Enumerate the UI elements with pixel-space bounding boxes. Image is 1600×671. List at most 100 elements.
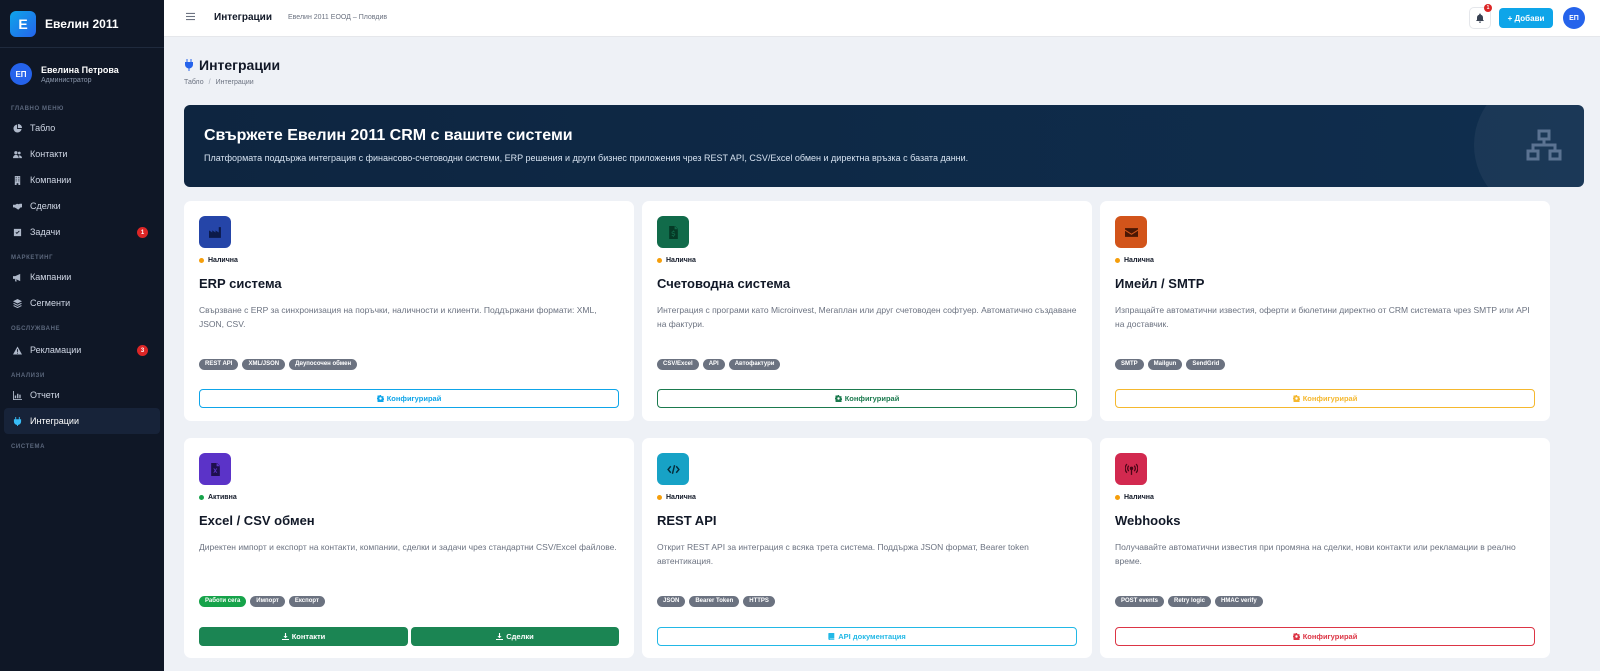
status-badge: Налична <box>657 494 696 501</box>
tag: Работи сега <box>199 596 247 607</box>
sidebar-item-label: Задачи <box>30 227 61 237</box>
user-role: Администратор <box>41 76 92 84</box>
tag: Автофактури <box>728 359 781 370</box>
configure-erp-button[interactable]: Конфигурирай <box>199 389 619 408</box>
status-dot <box>1115 258 1120 263</box>
tag-list: JSON Bearer Token HTTPS <box>657 596 775 607</box>
button-label: Конфигурирай <box>1302 394 1358 403</box>
status-dot <box>199 495 204 500</box>
status-dot <box>199 258 204 263</box>
tag-list: SMTP Mailgun SendGrid <box>1115 359 1226 370</box>
sidebar-item-label: Контакти <box>30 149 68 159</box>
sidebar: Е Евелин 2011 ЕП Евелина Петрова Админис… <box>0 0 164 671</box>
status-label: Активна <box>208 494 237 501</box>
tag: HMAC verify <box>1215 596 1263 607</box>
excel-file-icon <box>199 453 231 485</box>
user-avatar-button[interactable]: ЕП <box>1563 7 1585 29</box>
user-name: Евелина Петрова <box>41 64 119 75</box>
integration-card-erp: Налична ERP система Свързване с ERP за с… <box>184 201 634 421</box>
code-icon <box>657 453 689 485</box>
sidebar-item-reports[interactable]: Отчети <box>0 382 164 408</box>
tag: JSON <box>657 596 686 607</box>
status-badge: Налична <box>1115 257 1154 264</box>
status-badge: Налична <box>1115 494 1154 501</box>
sidebar-item-tasks[interactable]: Задачи 1 <box>0 219 164 245</box>
export-contacts-button[interactable]: Контакти <box>199 627 408 646</box>
plug-icon <box>184 59 194 71</box>
tag: Bearer Token <box>689 596 740 607</box>
notifications-badge: 1 <box>1484 4 1492 12</box>
pie-chart-icon <box>12 123 22 133</box>
sidebar-item-complaints[interactable]: Рекламации 3 <box>0 337 164 363</box>
sidebar-item-label: Компании <box>30 175 72 185</box>
button-label: Конфигурирай <box>844 394 900 403</box>
sidebar-item-label: Рекламации <box>30 345 82 355</box>
card-title: Webhooks <box>1115 513 1181 528</box>
building-icon <box>12 175 22 185</box>
complaints-count-badge: 3 <box>137 345 148 356</box>
configure-webhooks-button[interactable]: Конфигурирай <box>1115 627 1535 646</box>
status-dot <box>657 495 662 500</box>
status-label: Налична <box>1124 257 1154 264</box>
status-dot <box>657 258 662 263</box>
status-badge: Налична <box>199 257 238 264</box>
card-description: Изпращайте автоматични известия, оферти … <box>1115 305 1530 329</box>
tag-list: CSV/Excel API Автофактури <box>657 359 781 370</box>
status-label: Налична <box>666 494 696 501</box>
configure-email-button[interactable]: Конфигурирай <box>1115 389 1535 408</box>
main-content: Интеграции Табло / Интеграции Свържете Еве… <box>164 37 1600 671</box>
button-label: Конфигурирай <box>386 394 442 403</box>
banner-text: Платформата поддържа интеграция с финанс… <box>204 153 969 163</box>
sidebar-item-label: Табло <box>30 123 56 133</box>
notifications-button[interactable]: 1 <box>1469 4 1492 29</box>
handshake-icon <box>12 201 22 211</box>
sidebar-item-dashboard[interactable]: Табло <box>0 115 164 141</box>
topbar-company: Евелин 2011 ЕООД – Пловдив <box>288 14 388 21</box>
card-description: Интеграция с програми като Microinvest, … <box>657 305 1077 329</box>
megaphone-icon <box>12 272 22 282</box>
menu-toggle-icon[interactable] <box>186 12 195 21</box>
add-button[interactable]: + Добави <box>1499 8 1553 28</box>
card-description: Свързване с ERP за синхронизация на поръ… <box>199 305 597 329</box>
tag-list: Работи сега Импорт Експорт <box>199 596 325 607</box>
tag: Двупосочен обмен <box>289 359 358 370</box>
tag: Retry logic <box>1168 596 1212 607</box>
sidebar-item-label: Интеграции <box>30 416 79 426</box>
tag: HTTPS <box>743 596 775 607</box>
api-docs-button[interactable]: API документация <box>657 627 1077 646</box>
sidebar-item-deals[interactable]: Сделки <box>0 193 164 219</box>
breadcrumb-home-link[interactable]: Табло <box>184 79 204 86</box>
checkbox-icon <box>12 227 22 237</box>
card-description: Директен импорт и експорт на контакти, к… <box>199 542 617 552</box>
sidebar-item-contacts[interactable]: Контакти <box>0 141 164 167</box>
avatar: ЕП <box>10 63 32 85</box>
status-label: Налична <box>666 257 696 264</box>
download-icon <box>281 633 289 640</box>
user-profile[interactable]: ЕП Евелина Петрова Администратор <box>0 54 164 94</box>
sidebar-item-companies[interactable]: Компании <box>0 167 164 193</box>
configure-accounting-button[interactable]: Конфигурирай <box>657 389 1077 408</box>
status-label: Налична <box>1124 494 1154 501</box>
brand[interactable]: Е Евелин 2011 <box>0 0 164 48</box>
banner-title: Свържете Евелин 2011 CRM с вашите систем… <box>204 127 573 144</box>
status-label: Налична <box>208 257 238 264</box>
gear-icon <box>376 395 384 402</box>
gear-icon <box>834 395 842 402</box>
card-title: ERP система <box>199 276 282 291</box>
sidebar-item-integrations[interactable]: Интеграции <box>4 408 160 434</box>
tag: API <box>702 359 725 370</box>
tag: SendGrid <box>1186 359 1226 370</box>
download-icon <box>496 633 504 640</box>
button-label: Конфигурирай <box>1302 632 1358 641</box>
network-icon <box>1526 129 1562 161</box>
card-title: Имейл / SMTP <box>1115 276 1205 291</box>
button-label: API документация <box>838 632 906 641</box>
card-title: Счетоводна система <box>657 276 791 291</box>
plug-icon <box>12 416 22 426</box>
integration-card-webhooks: Налична Webhooks Получавайте автоматични… <box>1100 438 1550 658</box>
export-deals-button[interactable]: Сделки <box>411 627 619 646</box>
button-label: Контакти <box>291 632 326 641</box>
status-dot <box>1115 495 1120 500</box>
sidebar-item-campaigns[interactable]: Кампании <box>0 264 164 290</box>
sidebar-item-segments[interactable]: Сегменти <box>0 290 164 316</box>
